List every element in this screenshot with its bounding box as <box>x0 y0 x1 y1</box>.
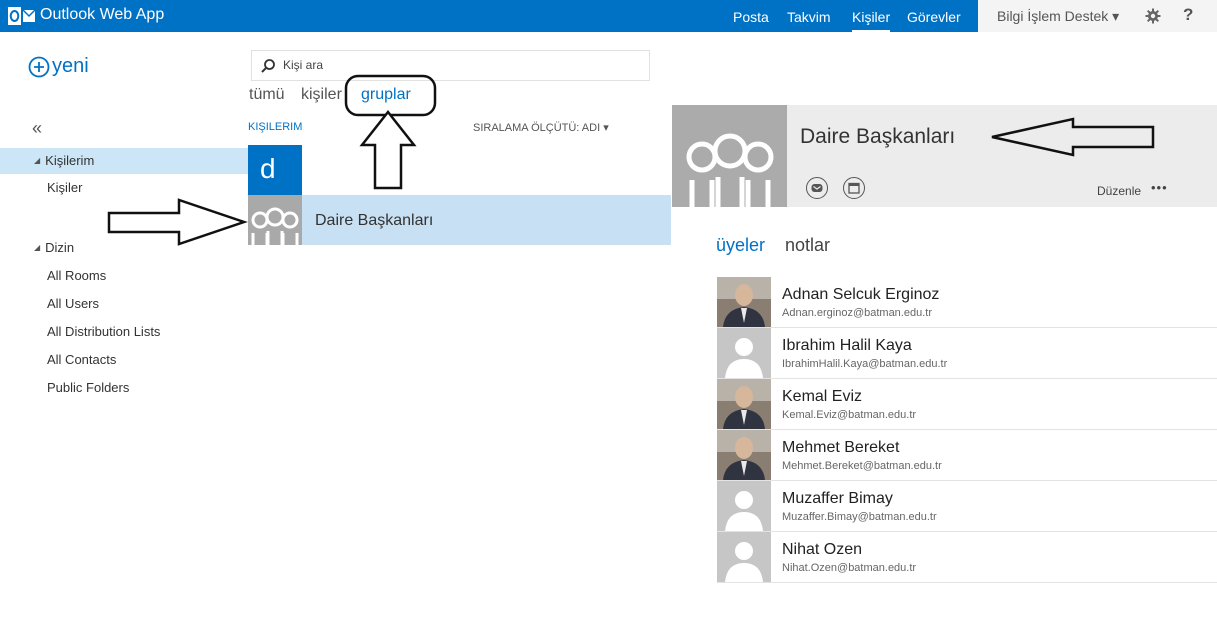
group-avatar-icon <box>248 195 302 245</box>
member-email: Muzaffer.Bimay@batman.edu.tr <box>782 511 937 523</box>
tree-node-my-contacts[interactable]: ◢ Kişilerim <box>34 153 94 168</box>
filter-groups[interactable]: gruplar <box>361 86 411 104</box>
help-button[interactable]: ? <box>1183 5 1193 25</box>
member-email: Nihat.Ozen@batman.edu.tr <box>782 562 917 574</box>
member-row[interactable]: Mehmet Bereket Mehmet.Bereket@batman.edu.… <box>717 430 1217 481</box>
send-mail-button[interactable] <box>806 177 828 199</box>
member-name: Mehmet Bereket <box>782 439 900 456</box>
top-bar: Outlook Web App Posta Takvim Kişiler Gör… <box>0 0 1217 32</box>
group-detail-avatar <box>672 105 787 207</box>
member-name: Adnan Selcuk Erginoz <box>782 286 940 303</box>
tree-node-label: Kişilerim <box>45 153 95 168</box>
plus-circle-icon <box>28 56 50 77</box>
expanded-triangle-icon: ◢ <box>34 243 41 252</box>
group-people-icon <box>686 133 774 207</box>
edit-button[interactable]: Düzenle <box>1097 184 1141 198</box>
member-name: Ibrahim Halil Kaya <box>782 337 912 354</box>
arrow-right-annotation <box>107 198 248 246</box>
list-folder-label[interactable]: KIŞILERIM <box>248 121 302 133</box>
tree-item-all-rooms[interactable]: All Rooms <box>47 268 106 283</box>
member-photo <box>717 430 771 480</box>
mail-icon <box>811 184 823 192</box>
tree-item-public-folders[interactable]: Public Folders <box>47 380 129 395</box>
nav-people[interactable]: Kişiler <box>852 9 891 32</box>
sort-dropdown[interactable]: SIRALAMA ÖLÇÜTÜ: ADI ▾ <box>473 121 609 134</box>
tree-item-all-users[interactable]: All Users <box>47 296 99 311</box>
tab-members[interactable]: üyeler <box>716 235 765 256</box>
member-row[interactable]: Ibrahim Halil Kaya IbrahimHalil.Kaya@batm… <box>717 328 1217 379</box>
schedule-meeting-button[interactable] <box>843 177 865 199</box>
nav-calendar[interactable]: Takvim <box>787 9 831 25</box>
user-menu[interactable]: Bilgi İşlem Destek ▾ <box>997 8 1119 25</box>
member-photo <box>717 277 771 327</box>
collapse-pane-button[interactable]: « <box>32 118 42 139</box>
expanded-triangle-icon: ◢ <box>34 156 41 165</box>
arrow-up-annotation <box>359 109 417 190</box>
member-row[interactable]: Nihat Ozen Nihat.Ozen@batman.edu.tr <box>717 532 1217 583</box>
member-row[interactable]: Kemal Eviz Kemal.Eviz@batman.edu.tr <box>717 379 1217 430</box>
nav-mail[interactable]: Posta <box>733 9 769 25</box>
more-options-button[interactable]: ••• <box>1151 180 1168 195</box>
new-label: yeni <box>52 55 89 77</box>
member-name: Nihat Ozen <box>782 541 863 558</box>
member-photo <box>717 379 771 429</box>
member-email: Adnan.erginoz@batman.edu.tr <box>782 307 932 319</box>
default-avatar-icon <box>717 328 771 378</box>
search-input[interactable] <box>283 55 583 75</box>
gear-icon[interactable] <box>1144 7 1162 25</box>
nav-tasks[interactable]: Görevler <box>907 9 961 25</box>
member-row[interactable]: Adnan Selcuk Erginoz Adnan.erginoz@batman… <box>717 277 1217 328</box>
app-title: Outlook Web App <box>40 6 165 23</box>
member-name: Muzaffer Bimay <box>782 490 893 507</box>
member-name: Kemal Eviz <box>782 388 863 405</box>
default-avatar-icon <box>717 481 771 531</box>
search-icon <box>261 59 275 73</box>
letter-group-header: d <box>248 145 302 195</box>
tree-item-all-distribution-lists[interactable]: All Distribution Lists <box>47 324 160 339</box>
member-email: Mehmet.Bereket@batman.edu.tr <box>782 460 942 472</box>
tree-item-contacts[interactable]: Kişiler <box>47 180 82 195</box>
filter-contacts[interactable]: kişiler <box>301 86 342 104</box>
group-list-item[interactable]: Daire Başkanları <box>248 195 671 245</box>
member-row[interactable]: Muzaffer Bimay Muzaffer.Bimay@batman.edu.… <box>717 481 1217 532</box>
tab-notes[interactable]: notlar <box>785 235 830 256</box>
tree-node-label: Dizin <box>45 240 75 255</box>
group-name: Daire Başkanları <box>315 212 434 229</box>
member-list: Adnan Selcuk Erginoz Adnan.erginoz@batman… <box>717 277 1217 583</box>
default-avatar-icon <box>717 532 771 582</box>
outlook-logo-icon <box>8 7 36 25</box>
tree-node-directory[interactable]: ◢ Dizin <box>34 240 74 255</box>
calendar-icon <box>848 182 860 194</box>
new-button[interactable]: yeni <box>28 55 89 78</box>
member-email: IbrahimHalil.Kaya@batman.edu.tr <box>782 358 948 370</box>
detail-title: Daire Başkanları <box>800 125 956 148</box>
tree-item-all-contacts[interactable]: All Contacts <box>47 352 116 367</box>
member-email: Kemal.Eviz@batman.edu.tr <box>782 409 917 421</box>
filter-all[interactable]: tümü <box>249 86 285 104</box>
